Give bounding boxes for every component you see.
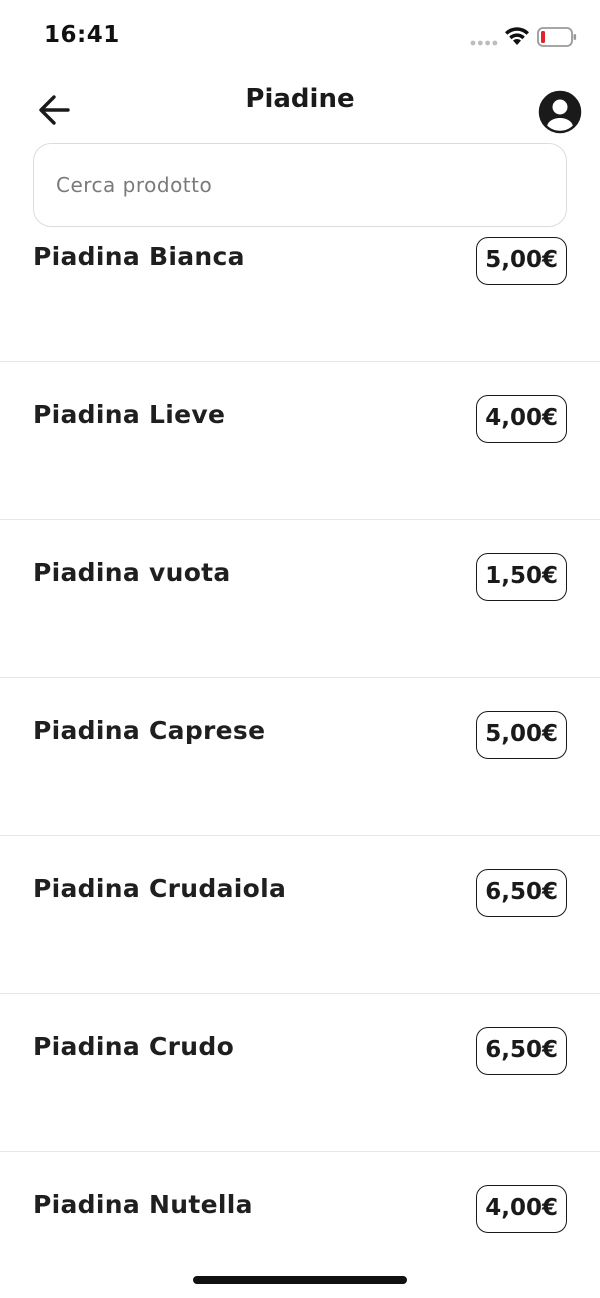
price-badge: 6,50€ [476,1027,567,1075]
profile-button[interactable] [538,90,582,134]
price-badge: 5,00€ [476,237,567,285]
status-bar: 16:41 [0,0,600,72]
product-row[interactable]: Piadina Crudaiola 6,50€ [0,836,600,994]
price-badge: 4,00€ [476,1185,567,1233]
price-badge: 1,50€ [476,553,567,601]
product-name: Piadina Caprese [33,716,266,745]
price-badge: 5,00€ [476,711,567,759]
product-name: Piadina Lieve [33,400,226,429]
product-name: Piadina Bianca [33,242,245,271]
header: Piadine [0,72,600,144]
screen: 16:41 Piadine Cerca prodotto Piadina Bia… [0,0,600,1298]
battery-icon [537,27,577,47]
product-row[interactable]: Piadina Caprese 5,00€ [0,678,600,836]
product-name: Piadina Crudaiola [33,874,287,903]
product-row[interactable]: Piadina Bianca 5,00€ [0,204,600,362]
status-time: 16:41 [44,22,120,48]
product-list: Piadina Bianca 5,00€ Piadina Lieve 4,00€… [0,204,600,1298]
home-indicator[interactable] [193,1276,407,1284]
page-title: Piadine [245,84,355,114]
product-row[interactable]: Piadina Lieve 4,00€ [0,362,600,520]
product-name: Piadina vuota [33,558,231,587]
price-badge: 6,50€ [476,869,567,917]
user-circle-icon [538,90,582,134]
signal-icon [470,40,498,46]
product-name: Piadina Crudo [33,1032,235,1061]
product-row[interactable]: Piadina vuota 1,50€ [0,520,600,678]
wifi-icon [505,27,529,45]
price-badge: 4,00€ [476,395,567,443]
product-name: Piadina Nutella [33,1190,253,1219]
product-row[interactable]: Piadina Crudo 6,50€ [0,994,600,1152]
